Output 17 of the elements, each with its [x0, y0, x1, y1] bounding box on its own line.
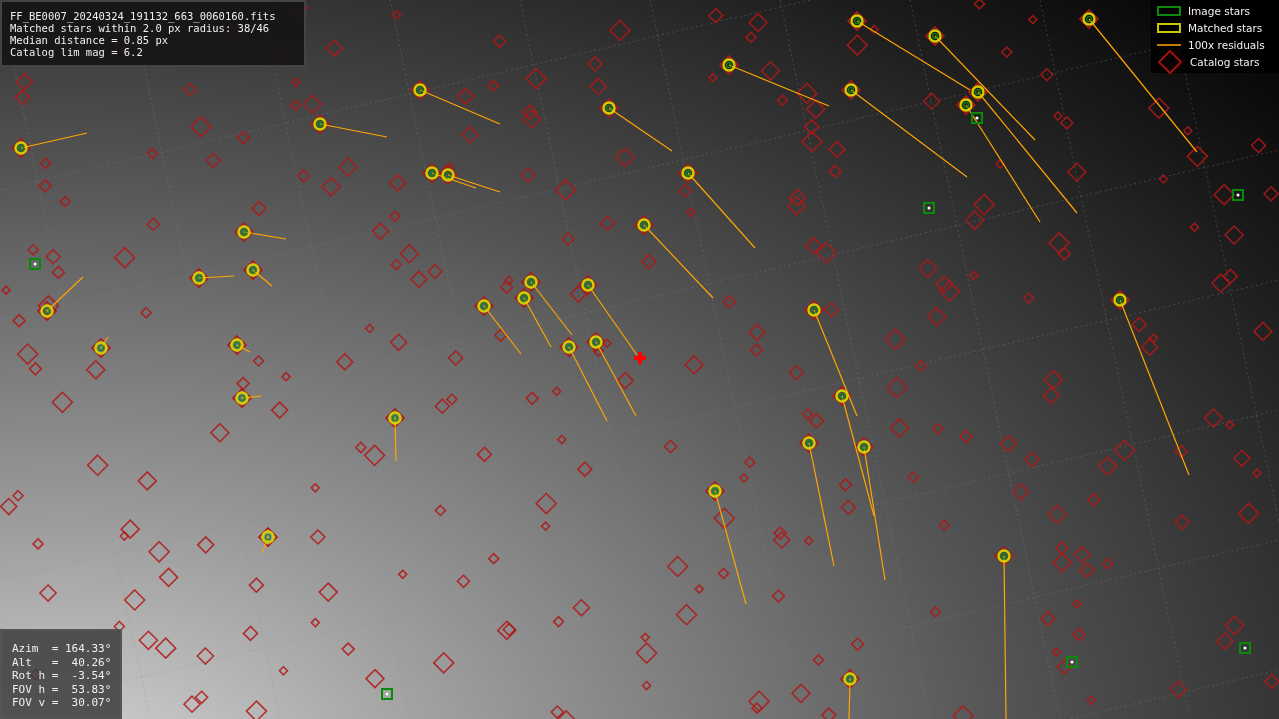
info-text: Catalog lim mag = 6.2 [10, 46, 144, 58]
legend-label: Matched stars [1188, 22, 1263, 34]
pointing-text: Azim = 164.33° [12, 642, 110, 656]
pointing-text: FOV h = 53.83° [12, 682, 110, 696]
legend-label: Image stars [1188, 5, 1251, 17]
info-text: Median distance = 0.85 px [10, 34, 170, 46]
legend-label: Catalog stars [1190, 56, 1260, 68]
pointing-text: FOV v = 30.07° [12, 696, 110, 710]
square-outline-icon [1157, 6, 1181, 16]
pointing-text: Rot h = -3.54° [12, 669, 110, 683]
info-text: Matched stars within 2.0 px radius: 38/46 [10, 22, 270, 34]
diamond-icon [1157, 49, 1183, 75]
info-text: FF_BE0007_20240324_191132_663_0060160.fits [10, 10, 277, 22]
pointing-text: Alt = 40.26° [12, 655, 110, 669]
line-icon [1157, 44, 1181, 46]
legend-label: 100x residuals [1188, 39, 1265, 51]
rectangle-outline-icon [1157, 23, 1181, 33]
